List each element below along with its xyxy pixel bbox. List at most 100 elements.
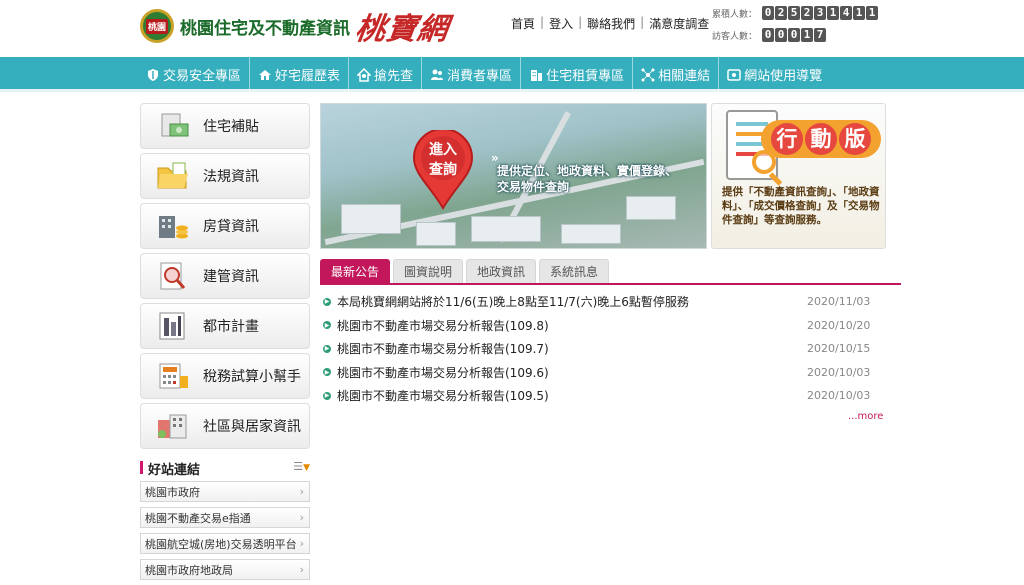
news-date: 2020/10/15 — [807, 342, 871, 356]
sidebar-label: 法規資訊 — [203, 169, 259, 185]
link-label: 桃園航空城(房地)交易透明平台 — [145, 537, 297, 551]
nav-consumer[interactable]: 消費者專區 — [422, 57, 522, 92]
folder-icon — [153, 158, 193, 194]
news-tabs: 最新公告 圖資說明 地政資訊 系統訊息 — [320, 259, 901, 285]
banner-building — [626, 196, 676, 220]
network-icon — [641, 68, 655, 82]
useful-links-more-button[interactable]: ☰▼ — [293, 460, 310, 473]
banner-building — [471, 216, 541, 242]
sidebar: 住宅補貼 法規資訊 房貸資訊 建管資訊 都市計畫 稅務試算小幫手 社區與居家資訊 — [140, 103, 310, 453]
sidebar-label: 住宅補貼 — [203, 119, 259, 135]
banner-building — [341, 204, 401, 234]
topnav-home[interactable]: 首頁 — [506, 15, 540, 32]
counter-digit: 2 — [801, 6, 813, 20]
sidebar-item-community[interactable]: 社區與居家資訊 — [140, 403, 310, 449]
topnav-login[interactable]: 登入 — [544, 15, 578, 32]
nav-label: 消費者專區 — [447, 69, 513, 84]
bullet-icon: ▶ — [323, 368, 331, 377]
bullet-icon: ▶ — [323, 391, 331, 400]
news-item[interactable]: ▶ 桃園市不動產市場交易分析報告(109.6) 2020/10/03 — [320, 361, 901, 385]
guide-icon — [727, 68, 741, 82]
badge-char: 行 — [771, 123, 803, 155]
link-label: 桃園不動產交易e指通 — [145, 511, 251, 525]
counter-digit: 5 — [788, 6, 800, 20]
nav-quick-search[interactable]: 搶先查 — [349, 57, 423, 92]
news-title: 桃園市不動產市場交易分析報告(109.5) — [337, 389, 549, 404]
topnav-contact[interactable]: 聯絡我們 — [582, 15, 640, 32]
site-name: 桃園住宅及不動產資訊 — [180, 18, 350, 39]
counter-digit: 1 — [801, 28, 813, 42]
counter-digit: 1 — [827, 6, 839, 20]
sidebar-item-mortgage[interactable]: 房貸資訊 — [140, 203, 310, 249]
document-search-icon — [153, 258, 193, 294]
site-logo[interactable]: 桃園 桃園住宅及不動產資訊 桃寶網 — [140, 8, 451, 47]
banner-caption: 提供定位、地政資料、實價登錄、 交易物件查詢 — [497, 163, 677, 195]
counter-digit: 4 — [840, 6, 852, 20]
mobile-version-banner[interactable]: 行動版 提供「不動產資訊查詢」、「地政資料」、「成交價格查詢」及「交易物件查詢」… — [711, 103, 886, 249]
link-item[interactable]: 桃園市政府地政局 › — [140, 559, 310, 580]
link-item[interactable]: 桃園市政府 › — [140, 481, 310, 502]
screen-line — [736, 122, 768, 126]
building-icon — [529, 68, 543, 82]
counter-digit: 0 — [762, 6, 774, 20]
tab-latest-news[interactable]: 最新公告 — [320, 259, 391, 283]
community-icon — [153, 408, 193, 444]
bullet-icon: ▶ — [323, 344, 331, 353]
sidebar-label: 都市計畫 — [203, 319, 259, 335]
counter-digit: 3 — [814, 6, 826, 20]
counter-digit: 7 — [814, 28, 826, 42]
nav-label: 住宅租賃專區 — [546, 69, 625, 84]
sidebar-item-regulations[interactable]: 法規資訊 — [140, 153, 310, 199]
banner-building — [416, 222, 456, 246]
sidebar-item-urban-plan[interactable]: 都市計畫 — [140, 303, 310, 349]
magnifier-icon — [752, 150, 776, 174]
city-seal-icon: 桃園 — [140, 9, 174, 43]
news-item[interactable]: ▶ 桃園市不動產市場交易分析報告(109.8) 2020/10/20 — [320, 314, 901, 338]
visitor-counter-label: 訪客人數： — [712, 31, 758, 42]
seal-text: 桃園 — [145, 18, 168, 34]
tab-land-info[interactable]: 地政資訊 — [466, 259, 537, 283]
shield-icon — [146, 68, 160, 82]
sidebar-item-tax-calculator[interactable]: 稅務試算小幫手 — [140, 353, 310, 399]
news-title: 本局桃寶網網站將於11/6(五)晚上8點至11/7(六)晚上6點暫停服務 — [337, 295, 689, 310]
counter-digit: 0 — [775, 28, 787, 42]
news-item[interactable]: ▶ 本局桃寶網網站將於11/6(五)晚上8點至11/7(六)晚上6點暫停服務 2… — [320, 290, 901, 314]
nav-related-links[interactable]: 相關連結 — [633, 57, 720, 92]
nav-label: 好宅履歷表 — [275, 69, 341, 84]
nav-label: 網站使用導覽 — [744, 69, 823, 84]
visitor-counters: 累積人數： 0 2 5 2 3 1 4 1 1 訪客人數： 0 0 0 1 7 — [712, 4, 879, 48]
news-item[interactable]: ▶ 桃園市不動產市場交易分析報告(109.5) 2020/10/03 — [320, 384, 901, 408]
map-query-banner[interactable]: 進入 查詢 » 提供定位、地政資料、實價登錄、 交易物件查詢 — [320, 103, 707, 249]
useful-links-title: 好站連結 — [148, 463, 201, 478]
sidebar-label: 建管資訊 — [203, 269, 259, 285]
city-plan-icon — [153, 308, 193, 344]
mobile-version-badge: 行動版 — [761, 120, 881, 158]
main-navigation: 交易安全專區 好宅履歷表 搶先查 消費者專區 住宅租賃專區 相關連結 網站使用導… — [0, 57, 1024, 92]
tab-system-message[interactable]: 系統訊息 — [539, 259, 610, 283]
link-item[interactable]: 桃園不動產交易e指通 › — [140, 507, 310, 528]
enter-query-label: 進入 查詢 — [425, 140, 461, 180]
nav-label: 相關連結 — [658, 69, 711, 84]
nav-rental[interactable]: 住宅租賃專區 — [521, 57, 634, 92]
link-item[interactable]: 桃園航空城(房地)交易透明平台 › — [140, 533, 310, 554]
pin-text-line: 查詢 — [429, 162, 457, 178]
total-counter: 累積人數： 0 2 5 2 3 1 4 1 1 — [712, 4, 879, 22]
nav-good-house[interactable]: 好宅履歷表 — [250, 57, 350, 92]
coins-icon — [153, 208, 193, 244]
news-date: 2020/11/03 — [807, 295, 871, 309]
users-icon — [430, 68, 444, 82]
nav-trade-safety[interactable]: 交易安全專區 — [138, 57, 251, 92]
sidebar-item-building-admin[interactable]: 建管資訊 — [140, 253, 310, 299]
chevron-right-icon: › — [299, 511, 304, 524]
subsidy-icon — [153, 108, 193, 144]
tab-map-info[interactable]: 圖資說明 — [393, 259, 464, 283]
nav-site-guide[interactable]: 網站使用導覽 — [719, 57, 830, 92]
caret-down-icon: ▼ — [303, 463, 310, 473]
news-item[interactable]: ▶ 桃園市不動產市場交易分析報告(109.7) 2020/10/15 — [320, 337, 901, 361]
sidebar-item-subsidy[interactable]: 住宅補貼 — [140, 103, 310, 149]
topnav-survey[interactable]: 滿意度調查 — [644, 15, 714, 32]
calculator-icon — [153, 358, 193, 394]
house-icon — [258, 68, 272, 82]
pin-text-line: 進入 — [429, 142, 457, 158]
news-more-link[interactable]: ...more — [848, 411, 883, 422]
